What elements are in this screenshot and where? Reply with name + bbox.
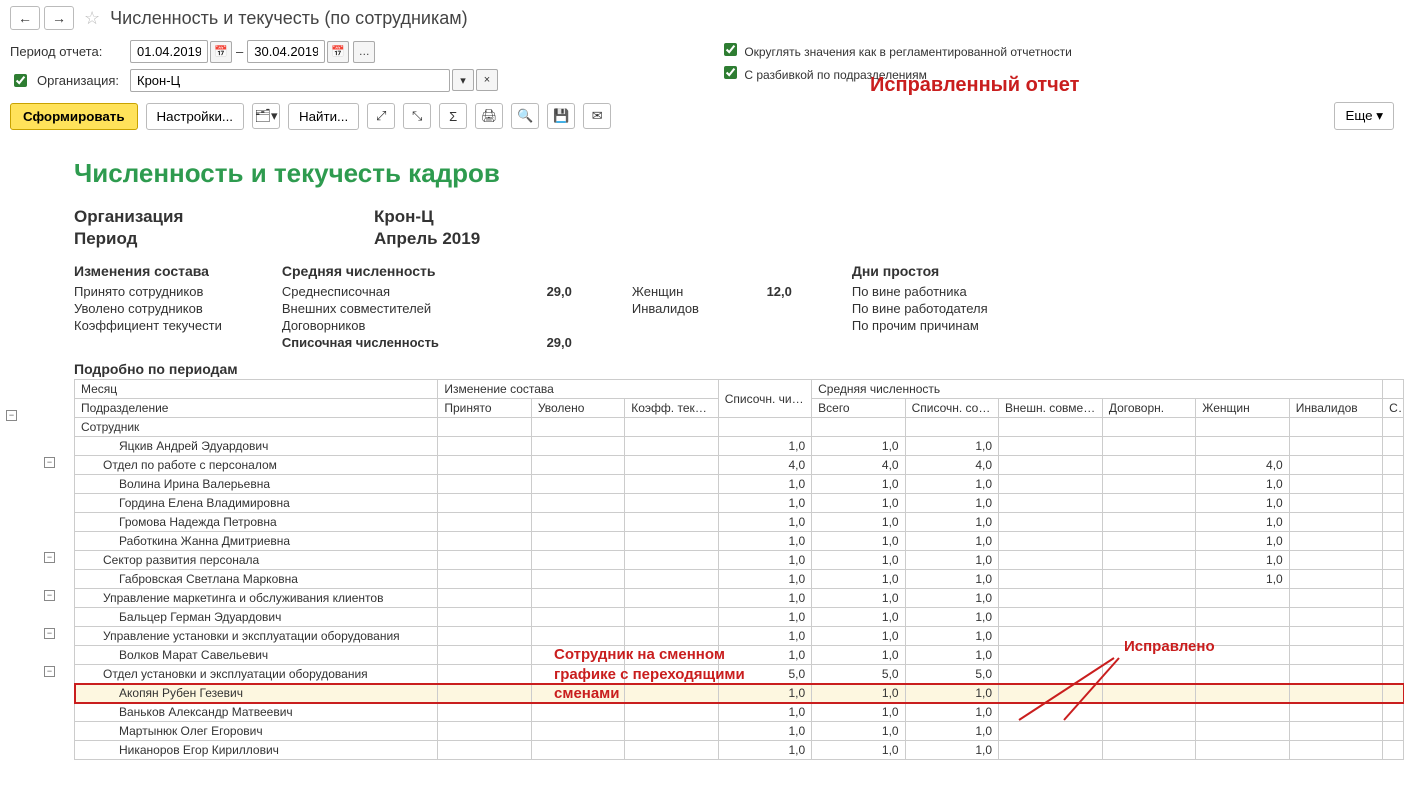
nav-back-button[interactable]: ← [10, 6, 40, 30]
col-header: Изменение состава [438, 380, 718, 399]
col-header: Инвалидов [1289, 399, 1382, 418]
print-icon[interactable]: 🖨 [475, 103, 503, 129]
period-dialog-button[interactable]: … [353, 41, 375, 63]
col-header: Подразделение [75, 399, 438, 418]
table-row[interactable]: Работкина Жанна Дмитриевна1,01,01,01,0 [75, 532, 1404, 551]
table-row[interactable]: Ваньков Александр Матвеевич1,01,01,0 [75, 703, 1404, 722]
expand-icon[interactable]: ⤢ [367, 103, 395, 129]
date-from-input[interactable] [130, 40, 208, 63]
period-dash: – [236, 44, 243, 59]
col-header: Внешн. совместит. [999, 399, 1103, 418]
save-icon[interactable]: 💾 [547, 103, 575, 129]
table-row[interactable]: Громова Надежда Петровна1,01,01,01,0 [75, 513, 1404, 532]
period-meta-label: Период [74, 229, 374, 249]
summary-idle-header: Дни простоя [852, 263, 988, 279]
col-header [812, 418, 905, 437]
col-header [718, 418, 811, 437]
tree-toggle[interactable]: − [44, 552, 55, 563]
round-checkbox-label[interactable]: Округлять значения как в регламентирован… [720, 40, 1090, 59]
table-row[interactable]: Сектор развития персонала1,01,01,01,0 [75, 551, 1404, 570]
table-row[interactable]: Габровская Светлана Марковна1,01,01,01,0 [75, 570, 1404, 589]
table-row[interactable]: Мартынюк Олег Егорович1,01,01,0 [75, 722, 1404, 741]
date-to-picker-icon[interactable]: 📅 [327, 41, 349, 63]
org-clear-icon[interactable]: × [476, 69, 498, 91]
collapse-icon[interactable]: ⤡ [403, 103, 431, 129]
by-dept-checkbox[interactable] [724, 66, 737, 79]
col-header [1102, 418, 1195, 437]
col-header: С [1383, 399, 1404, 418]
table-row[interactable]: Волина Ирина Валерьевна1,01,01,01,0 [75, 475, 1404, 494]
round-checkbox[interactable] [724, 43, 737, 56]
tree-toggle[interactable]: − [6, 410, 17, 421]
org-label: Организация: [37, 73, 119, 88]
tree-toggle[interactable]: − [44, 666, 55, 677]
col-header: Месяц [75, 380, 438, 399]
col-header [1383, 380, 1404, 399]
table-row[interactable]: Бальцер Герман Эдуардович1,01,01,0 [75, 608, 1404, 627]
table-row[interactable]: Управление маркетинга и обслуживания кли… [75, 589, 1404, 608]
settings-button[interactable]: Настройки... [146, 103, 244, 130]
org-dropdown-icon[interactable]: ▾ [452, 69, 474, 91]
table-row[interactable]: Гордина Елена Владимировна1,01,01,01,0 [75, 494, 1404, 513]
col-header [905, 418, 998, 437]
tree-collapse-strip: − − − − − − [6, 140, 66, 760]
tree-toggle[interactable]: − [44, 457, 55, 468]
org-meta-value: Крон-Ц [374, 207, 1404, 227]
col-header: Списочн. состава [905, 399, 998, 418]
tree-toggle[interactable]: − [44, 628, 55, 639]
red-title-annotation: Исправленный отчет [870, 74, 1079, 97]
col-header: Всего [812, 399, 905, 418]
summary-hired: Принято сотрудников [74, 283, 222, 300]
col-header [1196, 418, 1289, 437]
variants-icon[interactable]: 🗂▾ [252, 103, 280, 129]
col-header [625, 418, 718, 437]
date-to-input[interactable] [247, 40, 325, 63]
table-row[interactable]: Яцкив Андрей Эдуардович1,01,01,0 [75, 437, 1404, 456]
sum-icon[interactable]: Σ [439, 103, 467, 129]
summary-fired: Уволено сотрудников [74, 300, 222, 317]
more-menu-button[interactable]: Еще ▾ [1334, 102, 1394, 130]
annotation-shift-schedule: Сотрудник на сменном графике с переходящ… [554, 645, 745, 704]
page-title: Численность и текучесть (по сотрудникам) [110, 8, 467, 29]
col-header: Договорн. [1102, 399, 1195, 418]
period-label: Период отчета: [10, 44, 130, 59]
send-icon[interactable]: ✉ [583, 103, 611, 129]
summary-changes-header: Изменения состава [74, 263, 222, 279]
org-input[interactable] [130, 69, 450, 92]
table-row[interactable]: Никаноров Егор Кириллович1,01,01,0 [75, 741, 1404, 760]
form-report-button[interactable]: Сформировать [10, 103, 138, 130]
org-meta-label: Организация [74, 207, 374, 227]
col-header [999, 418, 1103, 437]
col-header: Коэфф. текучести [625, 399, 718, 418]
col-header: Средняя численность [812, 380, 1383, 399]
tree-toggle[interactable]: − [44, 590, 55, 601]
preview-icon[interactable]: 🔍 [511, 103, 539, 129]
org-checkbox[interactable] [14, 74, 27, 87]
detail-subtitle: Подробно по периодам [74, 361, 1404, 377]
table-row[interactable]: Отдел по работе с персоналом4,04,04,04,0 [75, 456, 1404, 475]
col-header: Списочн. численн. [718, 380, 811, 418]
col-header: Принято [438, 399, 531, 418]
find-button[interactable]: Найти... [288, 103, 359, 130]
nav-forward-button[interactable]: → [44, 6, 74, 30]
summary-avg-header: Средняя численность [282, 263, 572, 279]
summary-turnover: Коэффициент текучести [74, 317, 222, 334]
date-from-picker-icon[interactable]: 📅 [210, 41, 232, 63]
col-header [1289, 418, 1382, 437]
col-header: Уволено [531, 399, 624, 418]
col-header: Женщин [1196, 399, 1289, 418]
col-header [438, 418, 531, 437]
annotation-fixed: Исправлено [1124, 638, 1215, 655]
favorite-star-icon[interactable]: ☆ [84, 8, 100, 29]
col-header: Сотрудник [75, 418, 438, 437]
col-header [1383, 418, 1404, 437]
period-meta-value: Апрель 2019 [374, 229, 1404, 249]
col-header [531, 418, 624, 437]
report-title: Численность и текучесть кадров [74, 158, 1404, 189]
